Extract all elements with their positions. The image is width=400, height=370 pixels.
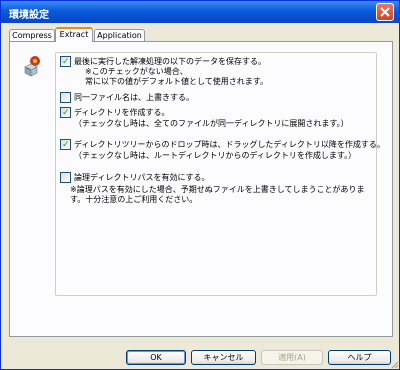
settings-dialog: 環境設定 Compress Extract Application ✓ 最後に実…: [0, 0, 400, 370]
apply-button[interactable]: 適用(A): [261, 350, 323, 365]
close-icon: [380, 7, 390, 17]
close-button[interactable]: [376, 3, 394, 21]
option-note: （チェックなし時は、ルートディレクトリからのディレクトリを作成します。）: [74, 151, 357, 160]
option-note: （チェックなし時は、全てのファイルが同一ディレクトリに展開されます。）: [74, 119, 349, 128]
window-title: 環境設定: [9, 10, 49, 21]
checkbox-overwrite-same-name[interactable]: ✓: [60, 92, 71, 103]
tab-extract[interactable]: Extract: [55, 27, 93, 42]
checkbox-save-last-extract[interactable]: ✓: [60, 56, 71, 67]
option-label: ディレクトリツリーからのドロップ時は、ドラッグしたディレクトリ以降を作成する。: [74, 140, 385, 149]
checkbox-create-directory[interactable]: ✓: [60, 107, 71, 118]
option-label: 同一ファイル名は、上書きする。: [74, 93, 194, 102]
tab-application[interactable]: Application: [94, 29, 145, 41]
title-bar[interactable]: 環境設定: [1, 1, 399, 23]
cancel-button[interactable]: キャンセル: [191, 350, 256, 365]
help-button[interactable]: ヘルプ: [328, 350, 391, 365]
checkbox-drop-from-tree[interactable]: ✓: [60, 139, 71, 150]
tab-panel-extract: ✓ 最後に実行した解凍処理の以下のデータを保存する。 ※このチェックがない場合、…: [9, 41, 393, 337]
cube-app-icon: [24, 56, 40, 77]
resize-grip-icon[interactable]: [389, 359, 399, 369]
option-label: ディレクトリを作成する。: [74, 108, 170, 117]
tab-compress[interactable]: Compress: [9, 29, 55, 41]
option-label: 論理ディレクトリパスを有効にする。: [74, 173, 210, 182]
option-note: 常に以下の値がデフォルト値として使用されます。: [85, 77, 268, 86]
option-note: す。十分注意の上ご利用ください。: [70, 195, 198, 204]
option-note: ※論理パスを有効にした場合、予期せぬファイルを上書きしてしまうことがありま: [70, 185, 365, 194]
option-note: ※このチェックがない場合、: [85, 67, 188, 76]
checkbox-logical-path[interactable]: ✓: [60, 172, 71, 183]
ok-button[interactable]: OK: [126, 350, 186, 365]
option-label: 最後に実行した解凍処理の以下のデータを保存する。: [74, 57, 266, 66]
